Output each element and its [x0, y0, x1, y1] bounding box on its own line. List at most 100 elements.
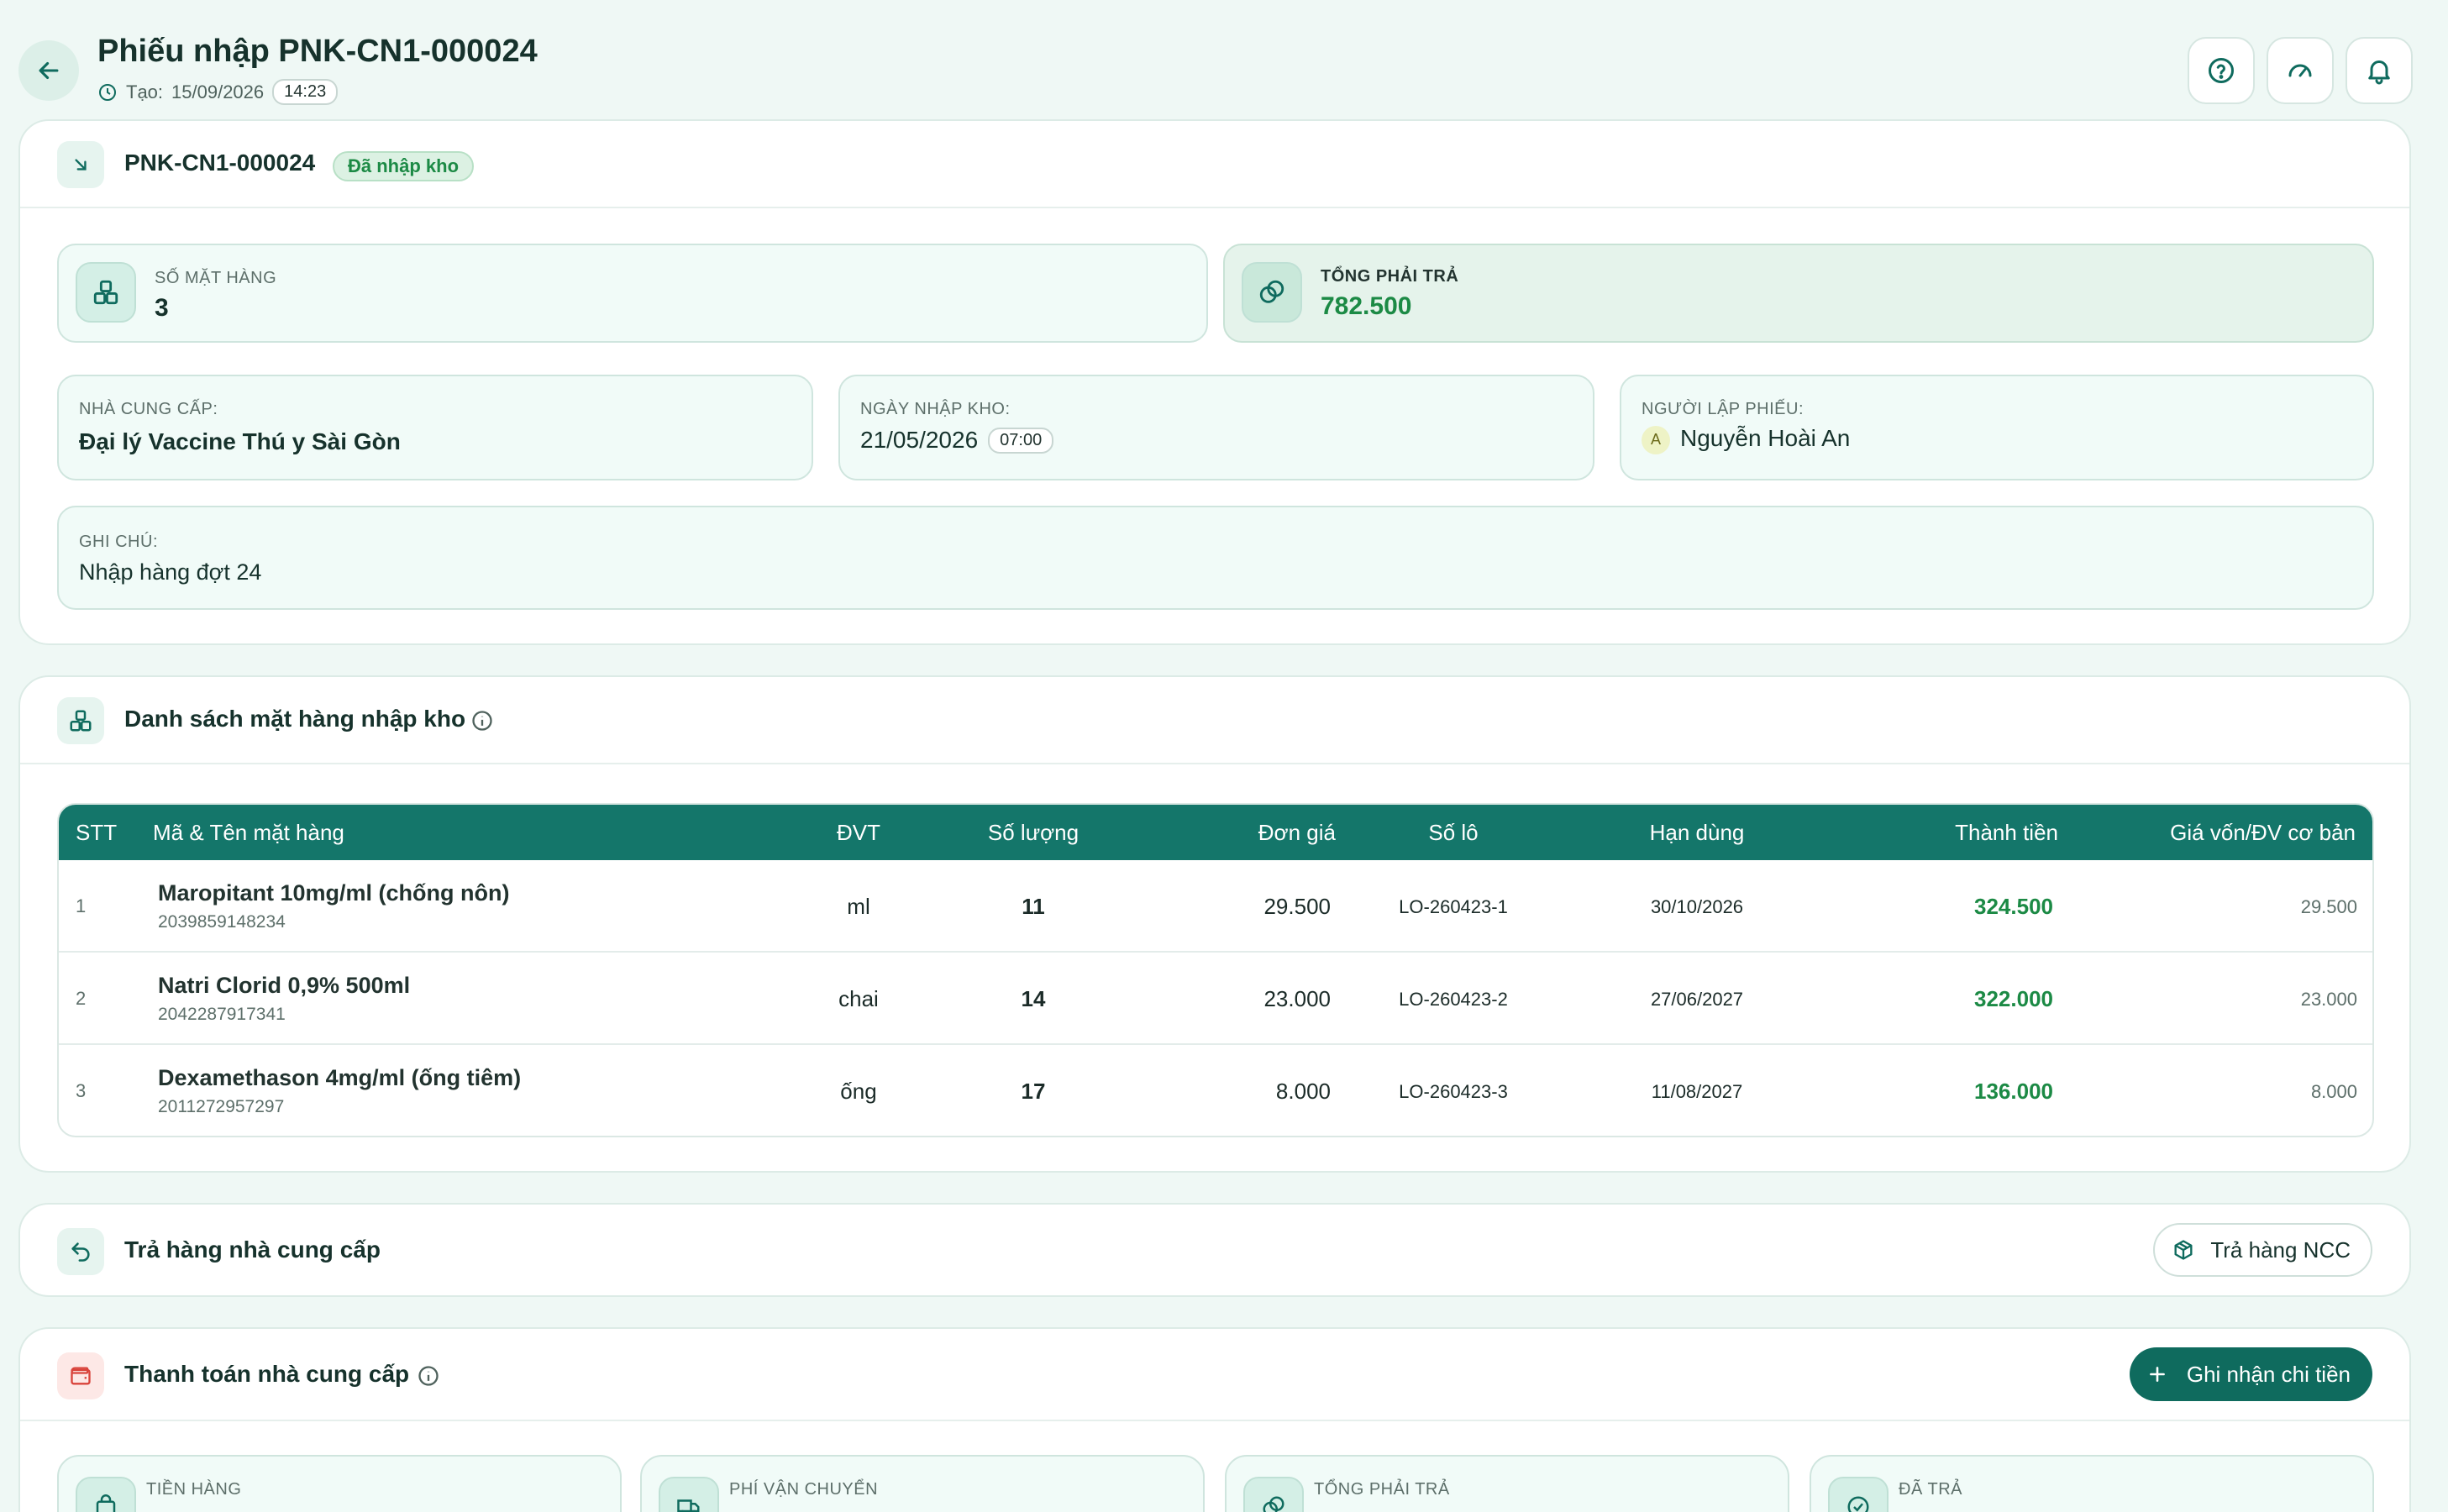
return-ncc-button[interactable]: Trả hàng NCC	[2153, 1223, 2372, 1277]
col-cost: Giá vốn/ĐV cơ bản	[2170, 820, 2356, 845]
check-icon-wrap	[1828, 1477, 1889, 1512]
row-name: Dexamethason 4mg/ml (ống tiêm)	[158, 1065, 522, 1090]
record-payment-button[interactable]: Ghi nhận chi tiền	[2129, 1347, 2372, 1401]
row-unit: ml	[847, 894, 870, 919]
supplier-value: Đại lý Vaccine Thú y Sài Gòn	[79, 428, 401, 454]
page-title: Phiếu nhập PNK-CN1-000024	[97, 34, 538, 69]
goods-amount-box: TIỀN HÀNG	[57, 1455, 622, 1512]
card-header: PNK-CN1-000024 Đã nhập kho	[20, 121, 2409, 208]
shipping-fee-box: PHÍ VẬN CHUYỂN	[640, 1455, 1205, 1512]
truck-icon	[677, 1499, 700, 1512]
total-value: 782.500	[1321, 292, 1412, 320]
table-row[interactable]: 1 Maropitant 10mg/ml (chống nôn) 2039859…	[59, 860, 2372, 953]
help-circle-icon	[2209, 58, 2234, 83]
row-price: 23.000	[1263, 986, 1331, 1011]
paid-box: ĐÃ TRẢ	[1810, 1455, 2374, 1512]
card-header: Danh sách mặt hàng nhập kho	[20, 677, 2409, 764]
row-cost: 29.500	[2300, 896, 2357, 917]
row-amount: 136.000	[1974, 1079, 2053, 1104]
col-amount: Thành tiền	[1955, 820, 2058, 845]
clock-icon	[99, 83, 116, 101]
coins-icon	[1259, 280, 1284, 303]
total-payable-box: TỔNG PHẢI TRẢ 782.500	[1223, 244, 2374, 343]
row-stt: 3	[76, 1080, 87, 1101]
payable-total-box: TỔNG PHẢI TRẢ	[1225, 1455, 1789, 1512]
items-table: STT Mã & Tên mặt hàng ĐVT Số lượng Đơn g…	[57, 803, 2374, 1137]
undo-icon	[71, 1242, 90, 1262]
row-lot: LO-260423-3	[1399, 1081, 1508, 1102]
import-date-box: NGÀY NHẬP KHO: 21/05/2026 07:00	[838, 375, 1594, 480]
table-header: STT Mã & Tên mặt hàng ĐVT Số lượng Đơn g…	[59, 805, 2372, 860]
col-stt: STT	[76, 820, 118, 845]
created-info: Tạo: 15/09/2026 14:23	[97, 79, 339, 105]
gauge-icon	[2288, 64, 2312, 77]
payment-card: Thanh toán nhà cung cấp Ghi nhận chi tiề…	[18, 1327, 2411, 1512]
row-lot: LO-260423-2	[1399, 989, 1508, 1010]
row-amount: 324.500	[1974, 894, 2053, 919]
arrow-left-icon	[39, 61, 59, 80]
col-price: Đơn giá	[1258, 820, 1336, 845]
row-cost: 8.000	[2310, 1081, 2357, 1102]
row-price: 8.000	[1275, 1079, 1331, 1104]
info-icon[interactable]	[417, 1364, 440, 1388]
row-qty: 17	[1021, 1079, 1046, 1104]
goods-amount-label: TIỀN HÀNG	[146, 1480, 242, 1499]
supplier-box: NHÀ CUNG CẤP: Đại lý Vaccine Thú y Sài G…	[57, 375, 813, 480]
dashboard-button[interactable]	[2267, 37, 2334, 104]
row-lot: LO-260423-1	[1399, 896, 1508, 917]
row-code: 2042287917341	[158, 1005, 286, 1024]
row-expiry: 30/10/2026	[1650, 896, 1744, 917]
row-stt: 2	[76, 988, 87, 1009]
creator-box: NGƯỜI LẬP PHIẾU: A Nguyễn Hoài An	[1620, 375, 2374, 480]
receipt-summary-card: PNK-CN1-000024 Đã nhập kho SỐ MẶT HÀNG 3…	[18, 119, 2411, 645]
shipping-fee-label: PHÍ VẬN CHUYỂN	[729, 1480, 879, 1499]
creator-name: Nguyễn Hoài An	[1680, 425, 1851, 451]
wallet-icon	[71, 1367, 91, 1385]
back-button[interactable]	[18, 40, 79, 101]
row-price: 29.500	[1263, 894, 1331, 919]
paid-label: ĐÃ TRẢ	[1899, 1480, 1962, 1499]
page-header: Phiếu nhập PNK-CN1-000024 Tạo: 15/09/202…	[0, 0, 2448, 118]
row-unit: ống	[840, 1079, 877, 1104]
record-payment-label: Ghi nhận chi tiền	[2186, 1361, 2351, 1387]
info-icon[interactable]	[470, 709, 494, 732]
row-name: Maropitant 10mg/ml (chống nôn)	[158, 880, 510, 906]
row-stt: 1	[76, 895, 87, 916]
items-title: Danh sách mặt hàng nhập kho	[124, 706, 466, 732]
supplier-label: NHÀ CUNG CẤP:	[79, 400, 218, 418]
table-row[interactable]: 3 Dexamethason 4mg/ml (ống tiêm) 2011272…	[59, 1045, 2372, 1136]
receipt-code: PNK-CN1-000024	[124, 150, 316, 176]
item-count-box: SỐ MẶT HÀNG 3	[57, 244, 1208, 343]
package-icon	[2174, 1240, 2193, 1260]
col-lot: Số lô	[1428, 820, 1479, 845]
row-amount: 322.000	[1974, 986, 2053, 1011]
items-card: Danh sách mặt hàng nhập kho STT Mã & Tên…	[18, 675, 2411, 1173]
shopping-bag-icon	[96, 1494, 116, 1512]
note-box: GHI CHÚ: Nhập hàng đợt 24	[57, 506, 2374, 610]
created-label: Tạo:	[126, 81, 164, 102]
coins-icon	[1263, 1496, 1284, 1512]
notifications-button[interactable]	[2346, 37, 2413, 104]
inbound-icon-wrap	[57, 141, 104, 188]
created-date: 15/09/2026	[171, 81, 265, 102]
total-label: TỔNG PHẢI TRẢ	[1321, 267, 1459, 286]
row-code: 2039859148234	[158, 912, 286, 932]
creator-value: A Nguyễn Hoài An	[1642, 425, 1850, 454]
payable-total-label: TỔNG PHẢI TRẢ	[1314, 1480, 1450, 1499]
item-count-label: SỐ MẶT HÀNG	[155, 269, 277, 287]
col-name: Mã & Tên mặt hàng	[153, 820, 344, 845]
created-time: 14:23	[272, 79, 339, 105]
plus-icon	[2149, 1367, 2165, 1382]
item-count-icon-wrap	[76, 262, 136, 323]
row-cost: 23.000	[2300, 989, 2357, 1010]
table-row[interactable]: 2 Natri Clorid 0,9% 500ml 2042287917341 …	[59, 953, 2372, 1045]
col-qty: Số lượng	[987, 820, 1080, 845]
import-date-value: 21/05/2026 07:00	[860, 427, 1054, 454]
item-count-value: 3	[155, 294, 169, 322]
creator-label: NGƯỜI LẬP PHIẾU:	[1642, 400, 1804, 418]
help-button[interactable]	[2188, 37, 2255, 104]
arrow-down-right-icon	[75, 159, 87, 171]
row-qty: 11	[1022, 894, 1045, 919]
goods-icon-wrap	[76, 1477, 136, 1512]
row-name: Natri Clorid 0,9% 500ml	[158, 973, 411, 998]
